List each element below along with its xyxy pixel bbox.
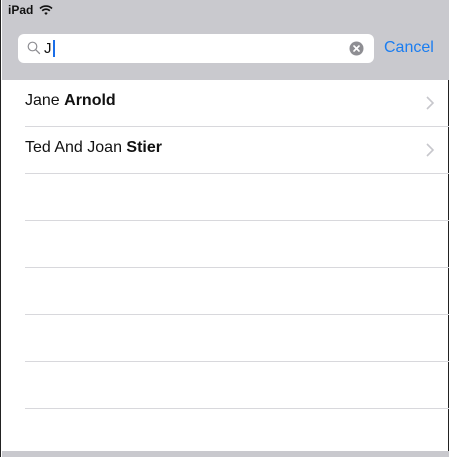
chevron-right-icon [425,141,435,159]
clear-circle-icon[interactable] [349,41,364,56]
text-caret [52,40,55,57]
search-header: iPad J Cancel [2,0,449,80]
result-row-ted-and-joan-stier[interactable]: Ted And Joan Stier [25,127,449,174]
results-list: Jane Arnold Ted And Joan Stier [2,80,449,409]
empty-row [25,362,449,409]
empty-row [25,268,449,315]
empty-row [25,221,449,268]
wifi-icon [39,3,53,15]
search-input[interactable]: J [18,34,374,63]
cancel-button[interactable]: Cancel [384,39,434,57]
chevron-right-icon [425,94,435,112]
first-name: Ted And Joan [25,139,127,156]
search-icon [26,40,42,56]
empty-row [25,174,449,221]
first-name: Jane [25,92,65,109]
last-name: Arnold [64,92,116,109]
ipad-screen: iPad J Cancel Jane Arnold Ted And Joan S… [0,0,449,457]
status-bar: iPad [2,0,449,22]
result-name: Ted And Joan Stier [25,139,162,157]
bottom-bar [2,451,449,457]
empty-row [25,315,449,362]
search-text[interactable]: J [44,40,55,57]
last-name: Stier [126,139,162,156]
carrier-label: iPad [8,3,34,17]
result-name: Jane Arnold [25,92,116,110]
result-row-jane-arnold[interactable]: Jane Arnold [25,80,449,127]
